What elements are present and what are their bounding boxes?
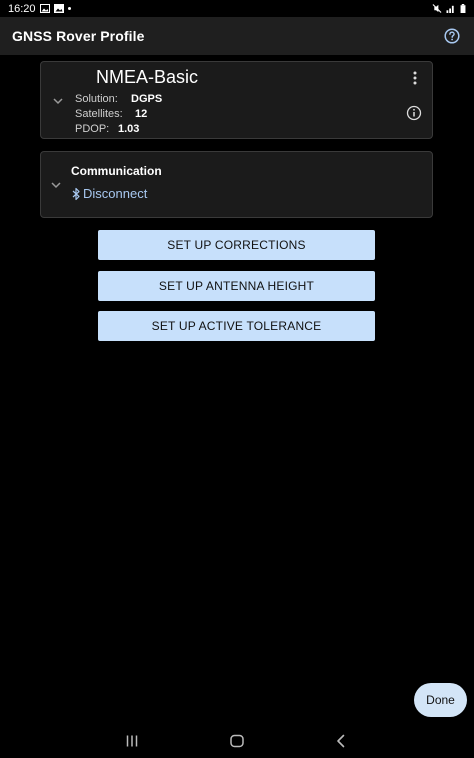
communication-card: Communication Disconnect (40, 151, 433, 218)
status-left: 16:20 (8, 3, 71, 15)
info-icon[interactable] (406, 105, 422, 121)
bluetooth-icon (72, 187, 80, 200)
profile-name: NMEA-Basic (96, 67, 199, 87)
recent-apps-icon[interactable] (124, 733, 140, 749)
info-row-solution: Solution: DGPS (75, 93, 162, 105)
status-time: 16:20 (8, 2, 36, 15)
done-button[interactable]: Done (414, 683, 467, 717)
app-bar: GNSS Rover Profile (0, 17, 474, 55)
chevron-down-icon[interactable] (51, 94, 65, 108)
disconnect-link[interactable]: Disconnect (71, 186, 147, 201)
set-up-antenna-height-button[interactable]: SET UP ANTENNA HEIGHT (98, 271, 375, 301)
solution-value: DGPS (131, 93, 163, 105)
more-vertical-icon[interactable] (408, 70, 422, 86)
back-icon[interactable] (333, 733, 349, 749)
pdop-label: PDOP: (75, 123, 110, 135)
status-bar: 16:20 (0, 0, 474, 17)
help-circle-icon (444, 28, 460, 44)
satellites-value: 12 (135, 108, 148, 120)
communication-title: Communication (71, 164, 162, 178)
signal-icon (446, 5, 454, 13)
image-notification-icon (39, 4, 50, 13)
info-row-pdop: PDOP: 1.03 (75, 123, 139, 135)
solution-label: Solution: (75, 93, 118, 105)
set-up-corrections-button[interactable]: SET UP CORRECTIONS (98, 230, 375, 260)
mute-icon (432, 4, 442, 13)
chevron-down-icon[interactable] (49, 178, 63, 192)
satellites-label: Satellites: (75, 108, 123, 120)
pdop-value: 1.03 (118, 123, 140, 135)
battery-icon (460, 4, 466, 13)
info-row-satellites: Satellites: 12 (75, 108, 147, 120)
set-up-active-tolerance-button[interactable]: SET UP ACTIVE TOLERANCE (98, 311, 375, 341)
help-button[interactable] (442, 26, 462, 46)
system-nav-bar (0, 724, 474, 758)
rover-profile-card: NMEA-Basic Solution: DGPS Satellites: 12… (40, 61, 433, 139)
status-right (432, 4, 466, 13)
image-notification-icon (53, 4, 64, 13)
dot-icon (67, 7, 71, 10)
home-icon[interactable] (229, 733, 245, 749)
page-title: GNSS Rover Profile (12, 28, 145, 44)
disconnect-label: Disconnect (83, 186, 148, 201)
